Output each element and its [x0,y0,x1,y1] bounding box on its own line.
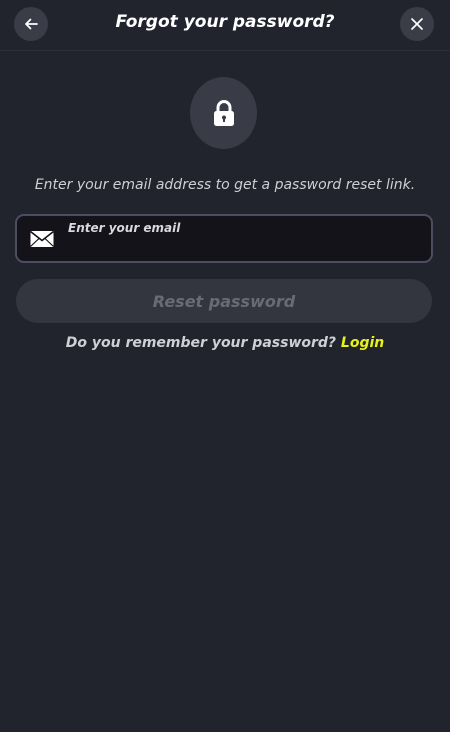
page-title: Forgot your password? [115,12,335,32]
email-label: Enter your email [68,221,181,235]
lock-icon [213,100,234,126]
instructions-text: Enter your email address to get a passwo… [34,177,416,193]
mail-icon [30,230,54,247]
header: Forgot your password? [0,0,450,51]
reset-password-button[interactable]: Reset password [16,279,432,323]
login-link[interactable]: Login [341,335,384,351]
close-button[interactable] [400,7,434,41]
email-field[interactable]: Enter your email [15,214,433,263]
forgot-password-screen: Forgot your password? Enter your email a… [0,0,450,732]
email-input[interactable] [68,238,418,258]
remember-text: Do you remember your password? [65,335,337,351]
close-icon [411,18,423,30]
lock-badge [190,77,257,149]
login-prompt: Do you remember your password? Login [0,335,450,351]
